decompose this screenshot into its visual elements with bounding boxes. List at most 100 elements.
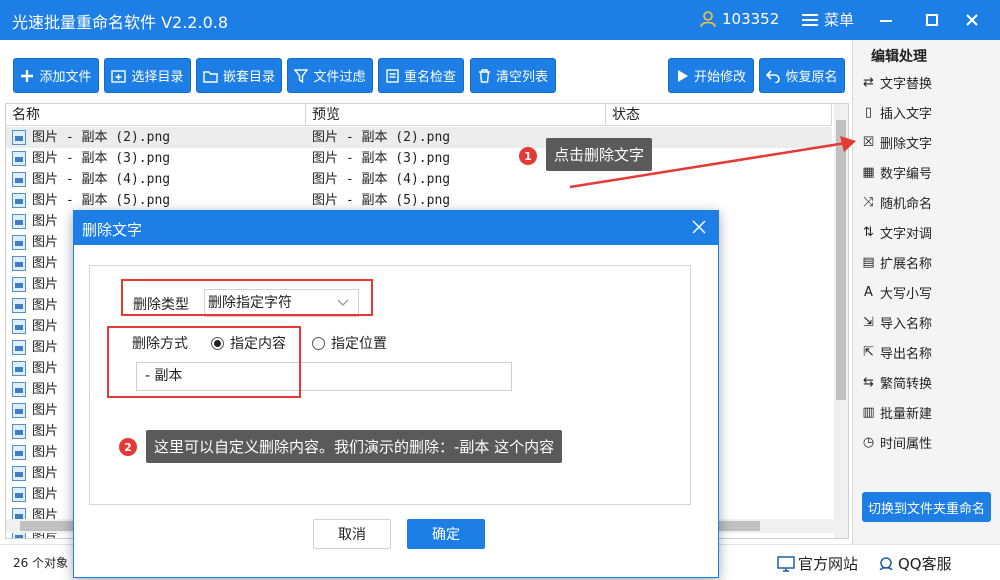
cell-preview: 图片 - 副本 (3).png <box>312 151 451 166</box>
cell-name: 图片 <box>32 424 59 439</box>
restore-name-label: 恢复原名 <box>785 70 838 85</box>
panel-item-5[interactable]: ⤨ 随机命名 <box>861 189 932 215</box>
qq-label: QQ客服 <box>898 555 952 573</box>
minimize-icon <box>880 20 892 22</box>
minimize-button[interactable] <box>874 8 898 32</box>
restore-name-button[interactable]: 恢复原名 <box>759 58 845 93</box>
column-header-name[interactable]: 名称 <box>6 104 306 126</box>
delete-text-dialog: 删除文字 删除类型 删除指定字符 删除方式 指定内容 指定位置 - 副本 2 这… <box>73 210 719 578</box>
new-doc-icon: ▥ <box>862 404 875 420</box>
file-filter-button[interactable]: 文件过虑 <box>287 58 373 93</box>
panel-item-10[interactable]: ⇱ 导出名称 <box>861 339 932 365</box>
cell-name: 图片 - 副本 (2).png <box>32 130 171 145</box>
image-file-icon <box>12 487 26 502</box>
add-file-label: 添加文件 <box>39 70 92 85</box>
image-file-icon <box>12 130 26 145</box>
image-file-icon <box>12 151 26 166</box>
cell-name: 图片 <box>32 487 59 502</box>
cell-name: 图片 <box>32 403 59 418</box>
image-file-icon <box>12 172 26 187</box>
file-filter-label: 文件过虑 <box>313 70 366 85</box>
case-icon: A <box>864 284 873 300</box>
website-link[interactable]: 官方网站 <box>777 553 858 574</box>
image-file-icon <box>12 424 26 439</box>
play-icon <box>677 69 688 82</box>
panel-item-label: 随机命名 <box>880 196 933 212</box>
panel-item-7[interactable]: ▤ 扩展名称 <box>861 249 932 275</box>
close-button[interactable] <box>960 8 984 32</box>
website-label: 官方网站 <box>798 555 859 573</box>
radio-unchecked-icon <box>312 336 325 350</box>
ok-button[interactable]: 确定 <box>407 519 485 549</box>
image-file-icon <box>12 403 26 418</box>
table-row[interactable]: 图片 - 副本 (5).png 图片 - 副本 (5).png <box>6 190 832 211</box>
title-bar: 光速批量重命名软件 V2.2.0.8 103352 菜单 <box>0 0 1000 40</box>
user-account[interactable]: 103352 <box>698 9 779 29</box>
image-file-icon <box>12 298 26 313</box>
cell-name: 图片 <box>32 235 59 250</box>
image-file-icon <box>12 382 26 397</box>
step2-badge: 2 <box>119 438 137 456</box>
step1-badge: 1 <box>519 147 537 165</box>
cell-name: 图片 <box>32 319 59 334</box>
rename-check-label: 重名检查 <box>403 70 456 85</box>
panel-item-3[interactable]: ☒ 删除文字 <box>861 129 932 155</box>
nested-dir-label: 嵌套目录 <box>222 70 275 85</box>
panel-item-13[interactable]: ◷ 时间属性 <box>861 429 932 455</box>
select-dir-button[interactable]: 选择目录 <box>104 58 191 93</box>
dialog-close-button[interactable] <box>692 220 708 236</box>
cell-name: 图片 <box>32 214 59 229</box>
undo-icon <box>766 69 781 83</box>
import-icon: ⇲ <box>863 314 874 330</box>
panel-item-2[interactable]: ▯ 插入文字 <box>861 99 932 125</box>
panel-item-12[interactable]: ▥ 批量新建 <box>861 399 932 425</box>
image-file-icon <box>12 445 26 460</box>
panel-item-label: 删除文字 <box>880 136 933 152</box>
start-modify-button[interactable]: 开始修改 <box>668 58 754 93</box>
panel-item-label: 插入文字 <box>880 106 933 122</box>
folder-icon <box>203 70 218 83</box>
nested-dir-button[interactable]: 嵌套目录 <box>196 58 282 93</box>
qq-support-link[interactable]: QQ客服 <box>877 553 952 574</box>
panel-item-6[interactable]: ⇅ 文字对调 <box>861 219 932 245</box>
cell-name: 图片 <box>32 340 59 355</box>
close-icon <box>692 220 706 234</box>
image-file-icon <box>12 466 26 481</box>
cell-name: 图片 - 副本 (5).png <box>32 193 171 208</box>
panel-item-label: 时间属性 <box>880 436 933 452</box>
cell-name: 图片 <box>32 382 59 397</box>
menu-label: 菜单 <box>824 11 855 29</box>
clock-icon: ◷ <box>862 434 875 450</box>
filter-icon <box>294 68 309 83</box>
panel-item-8[interactable]: A 大写小写 <box>861 279 932 305</box>
cell-name: 图片 <box>32 298 59 313</box>
image-file-icon <box>12 319 26 334</box>
image-file-icon <box>12 235 26 250</box>
panel-item-label: 繁简转换 <box>880 376 933 392</box>
column-header-preview[interactable]: 预览 <box>306 104 606 126</box>
cell-name: 图片 - 副本 (4).png <box>32 172 171 187</box>
rename-check-button[interactable]: 重名检查 <box>378 58 464 93</box>
panel-item-1[interactable]: ⇄ 文字替换 <box>861 69 932 95</box>
panel-item-11[interactable]: ⇆ 繁简转换 <box>861 369 932 395</box>
menu-button[interactable]: 菜单 <box>802 9 854 30</box>
insert-doc-icon: ▯ <box>864 104 873 120</box>
column-header-status[interactable]: 状态 <box>606 104 832 126</box>
panel-item-label: 导入名称 <box>880 316 933 332</box>
maximize-button[interactable] <box>920 8 944 32</box>
panel-item-9[interactable]: ⇲ 导入名称 <box>861 309 932 335</box>
image-file-icon <box>12 277 26 292</box>
exchange-icon: ⇅ <box>863 224 874 240</box>
trash-icon <box>478 68 490 83</box>
mode-position-radio[interactable]: 指定位置 <box>312 333 387 353</box>
app-title: 光速批量重命名软件 V2.2.0.8 <box>12 13 229 32</box>
cancel-button[interactable]: 取消 <box>313 519 391 549</box>
panel-item-label: 文字对调 <box>880 226 933 242</box>
panel-item-4[interactable]: ▦ 数字编号 <box>861 159 932 185</box>
clear-list-button[interactable]: 清空列表 <box>470 58 556 93</box>
panel-title: 编辑处理 <box>871 49 927 65</box>
delete-mode-highlight <box>107 326 301 398</box>
cell-preview: 图片 - 副本 (2).png <box>312 130 451 145</box>
switch-folder-rename-button[interactable]: 切换到文件夹重命名 <box>862 492 991 522</box>
add-file-button[interactable]: 添加文件 <box>13 58 99 93</box>
